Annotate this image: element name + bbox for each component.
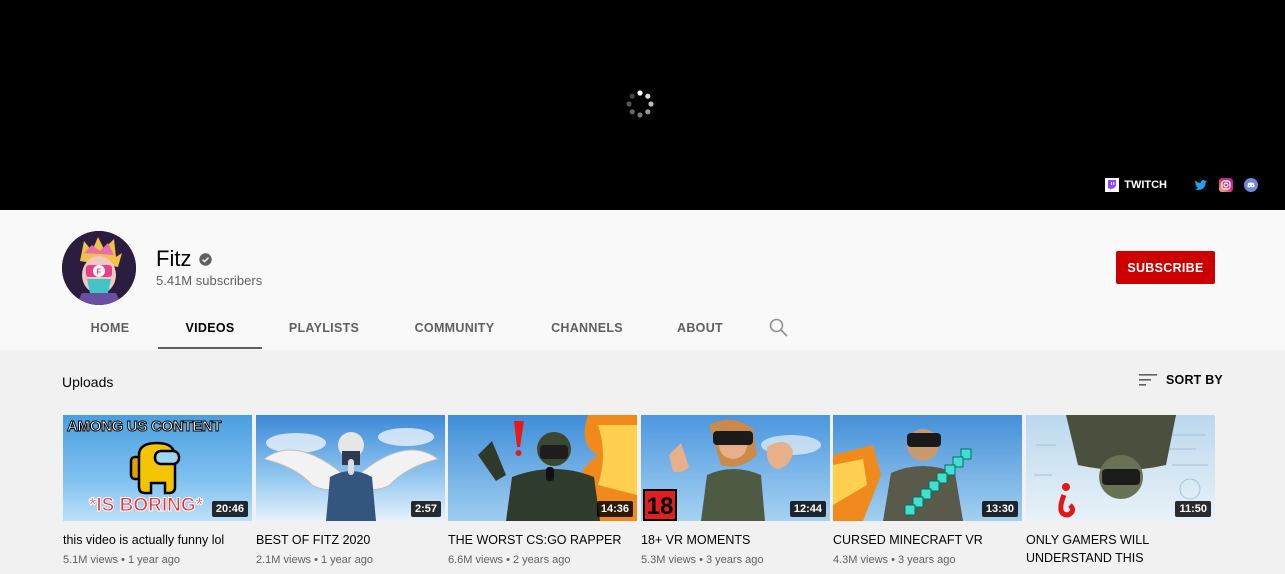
channel-search-button[interactable] bbox=[749, 305, 807, 350]
video-age: 1 year ago bbox=[128, 554, 180, 566]
video-title[interactable]: this video is actually funny lol bbox=[63, 531, 252, 549]
age-rating-text: 18 bbox=[646, 493, 674, 520]
twitch-link[interactable]: TWITCH bbox=[1105, 178, 1167, 192]
video-duration: 13:30 bbox=[981, 501, 1018, 517]
banner-links: TWITCH bbox=[1105, 178, 1258, 192]
video-meta: 5.1M views • 1 year ago bbox=[63, 554, 180, 566]
video-card[interactable]: 2:57 BEST OF FITZ 2020 2.1M views • 1 ye… bbox=[256, 415, 445, 566]
video-age: 3 years ago bbox=[706, 554, 764, 566]
tab-community[interactable]: COMMUNITY bbox=[386, 305, 523, 350]
video-age: 3 years ago bbox=[898, 554, 956, 566]
sort-icon bbox=[1139, 374, 1157, 386]
video-views: 4.3M views bbox=[833, 554, 889, 566]
video-thumbnail[interactable]: 2:57 bbox=[256, 415, 445, 521]
video-views: 5.3M views bbox=[641, 554, 697, 566]
sort-by-button[interactable]: SORT BY bbox=[1139, 373, 1223, 387]
channel-name: Fitz bbox=[156, 246, 213, 272]
video-title[interactable]: ONLY GAMERS WILL UNDERSTAND THIS bbox=[1026, 531, 1215, 567]
video-age: 1 year ago bbox=[321, 554, 373, 566]
video-title[interactable]: CURSED MINECRAFT VR bbox=[833, 531, 1022, 549]
twitch-link-label: TWITCH bbox=[1124, 179, 1167, 191]
video-title[interactable]: THE WORST CS:GO RAPPER bbox=[448, 531, 637, 549]
video-thumbnail[interactable]: 18 12:44 bbox=[641, 415, 830, 521]
video-thumbnail[interactable]: 14:36 bbox=[448, 415, 637, 521]
video-card[interactable]: 13:30 CURSED MINECRAFT VR 4.3M views • 3… bbox=[833, 415, 1022, 566]
video-age: 2 years ago bbox=[513, 554, 571, 566]
svg-text:F: F bbox=[97, 268, 102, 277]
subscriber-count: 5.41M subscribers bbox=[156, 273, 263, 288]
video-card[interactable]: AMONG US CONTENT *IS BORING* 20:46 this … bbox=[63, 415, 252, 566]
channel-banner: TWITCH bbox=[0, 0, 1285, 210]
age-rating-badge: 18 bbox=[643, 489, 677, 521]
verified-badge-icon bbox=[199, 252, 213, 266]
channel-avatar[interactable]: F bbox=[62, 231, 136, 305]
video-meta: 5.3M views • 3 years ago bbox=[641, 554, 764, 566]
thumbnail-caption-bottom: *IS BORING* bbox=[88, 495, 204, 517]
crewmate-image bbox=[129, 441, 181, 495]
tab-playlists[interactable]: PLAYLISTS bbox=[262, 305, 386, 350]
video-meta: 4.3M views • 3 years ago bbox=[833, 554, 956, 566]
instagram-icon[interactable] bbox=[1219, 178, 1233, 192]
tab-videos[interactable]: VIDEOS bbox=[158, 305, 262, 350]
tab-home[interactable]: HOME bbox=[62, 305, 158, 350]
video-views: 6.6M views bbox=[448, 554, 504, 566]
video-views: 5.1M views bbox=[63, 554, 119, 566]
video-thumbnail[interactable]: AMONG US CONTENT *IS BORING* 20:46 bbox=[63, 415, 252, 521]
video-card[interactable]: 11:50 ONLY GAMERS WILL UNDERSTAND THIS bbox=[1026, 415, 1215, 567]
tab-about[interactable]: ABOUT bbox=[651, 305, 749, 350]
channel-name-text: Fitz bbox=[156, 246, 192, 271]
sort-by-label: SORT BY bbox=[1166, 373, 1223, 387]
video-card[interactable]: 14:36 THE WORST CS:GO RAPPER 6.6M views … bbox=[448, 415, 637, 566]
subscribe-button[interactable]: SUBSCRIBE bbox=[1116, 251, 1215, 284]
twitch-icon bbox=[1105, 178, 1120, 192]
video-duration: 11:50 bbox=[1175, 501, 1211, 517]
loading-spinner-icon bbox=[626, 90, 654, 118]
twitter-icon[interactable] bbox=[1194, 178, 1208, 192]
video-duration: 12:44 bbox=[789, 501, 826, 517]
videos-section: Uploads SORT BY AMONG US CONTENT *IS BOR… bbox=[0, 350, 1285, 574]
search-icon bbox=[769, 318, 788, 337]
video-duration: 14:36 bbox=[596, 501, 633, 517]
video-title[interactable]: BEST OF FITZ 2020 bbox=[256, 531, 445, 549]
video-thumbnail[interactable]: 13:30 bbox=[833, 415, 1022, 521]
video-title[interactable]: 18+ VR MOMENTS bbox=[641, 531, 830, 549]
video-meta: 6.6M views • 2 years ago bbox=[448, 554, 571, 566]
tab-channels[interactable]: CHANNELS bbox=[523, 305, 651, 350]
video-duration: 20:46 bbox=[211, 501, 248, 517]
video-duration: 2:57 bbox=[410, 501, 441, 517]
section-title: Uploads bbox=[62, 374, 114, 390]
video-card[interactable]: 18 12:44 18+ VR MOMENTS 5.3M views • 3 y… bbox=[641, 415, 830, 566]
channel-header: F Fitz 5.41M subscribers SUBSCRIBE HOME … bbox=[0, 210, 1285, 350]
thumbnail-caption-top: AMONG US CONTENT bbox=[66, 418, 222, 436]
discord-icon[interactable] bbox=[1244, 178, 1258, 192]
video-views: 2.1M views bbox=[256, 554, 312, 566]
video-meta: 2.1M views • 1 year ago bbox=[256, 554, 373, 566]
video-thumbnail[interactable]: 11:50 bbox=[1026, 415, 1215, 521]
channel-tabs: HOME VIDEOS PLAYLISTS COMMUNITY CHANNELS… bbox=[62, 305, 807, 350]
